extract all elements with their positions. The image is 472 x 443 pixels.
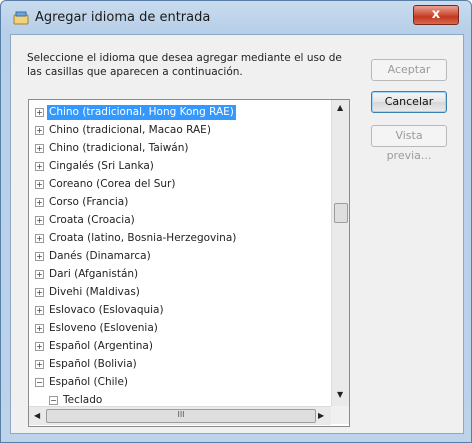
close-button[interactable]: x xyxy=(413,5,459,25)
expand-icon[interactable]: + xyxy=(35,126,44,135)
accept-button[interactable]: Aceptar xyxy=(371,59,447,81)
tree-item[interactable]: + Croata (Croacia) xyxy=(29,212,331,230)
language-tree[interactable]: + Chino (tradicional, Hong Kong RAE) + Chin… xyxy=(28,99,350,427)
tree-item-label: Croata (latino, Bosnia-Herzegovina) xyxy=(49,232,237,244)
expand-icon[interactable]: + xyxy=(35,252,44,261)
tree-item[interactable]: − Español (Chile) xyxy=(29,374,331,392)
tree-item-label: Danés (Dinamarca) xyxy=(49,250,151,262)
tree-item-label: Eslovaco (Eslovaquia) xyxy=(49,304,164,316)
expand-icon[interactable]: + xyxy=(35,342,44,351)
expand-icon[interactable]: + xyxy=(35,108,44,117)
tree-item-label: Teclado xyxy=(63,394,103,406)
keyboard-icon xyxy=(13,11,29,25)
tree-item[interactable]: + Chino (tradicional, Hong Kong RAE) xyxy=(29,104,331,122)
scroll-left-arrow-icon[interactable]: ◀ xyxy=(34,411,40,420)
dialog-client-area: Seleccione el idioma que desea agregar m… xyxy=(10,34,464,434)
expand-icon[interactable]: + xyxy=(35,180,44,189)
tree-item[interactable]: + Español (Bolivia) xyxy=(29,356,331,374)
expand-icon[interactable]: + xyxy=(35,360,44,369)
tree-item[interactable]: + Danés (Dinamarca) xyxy=(29,248,331,266)
tree-item[interactable]: + Croata (latino, Bosnia-Herzegovina) xyxy=(29,230,331,248)
scroll-down-arrow-icon[interactable]: ▼ xyxy=(337,390,343,399)
horizontal-scrollbar[interactable]: ◀ III ▶ xyxy=(29,406,331,425)
preview-button[interactable]: Vista previa... xyxy=(371,125,447,162)
cancel-button[interactable]: Cancelar xyxy=(371,91,447,113)
tree-item[interactable]: + Eslovaco (Eslovaquia) xyxy=(29,302,331,320)
tree-item[interactable]: + Español (Argentina) xyxy=(29,338,331,356)
tree-item[interactable]: + Chino (tradicional, Taiwán) xyxy=(29,140,331,158)
tree-item[interactable]: + Corso (Francia) xyxy=(29,194,331,212)
tree-item[interactable]: + Dari (Afganistán) xyxy=(29,266,331,284)
expand-icon[interactable]: + xyxy=(35,234,44,243)
expand-icon[interactable]: + xyxy=(35,288,44,297)
collapse-icon[interactable]: − xyxy=(49,396,58,405)
expand-icon[interactable]: + xyxy=(35,198,44,207)
tree-item-label: Divehi (Maldivas) xyxy=(49,286,140,298)
scrollbar-corner xyxy=(331,406,349,424)
tree-item-label: Dari (Afganistán) xyxy=(49,268,139,280)
tree-item-label: Croata (Croacia) xyxy=(49,214,135,226)
add-input-language-dialog: Agregar idioma de entrada x Seleccione e… xyxy=(0,0,472,443)
tree-item-label: Coreano (Corea del Sur) xyxy=(49,178,176,190)
tree-item-label: Español (Bolivia) xyxy=(49,358,137,370)
tree-item[interactable]: + Coreano (Corea del Sur) xyxy=(29,176,331,194)
language-tree-items: + Chino (tradicional, Hong Kong RAE) + Chin… xyxy=(29,100,331,406)
tree-item-label: Cingalés (Sri Lanka) xyxy=(49,160,154,172)
expand-icon[interactable]: + xyxy=(35,162,44,171)
vertical-scrollbar[interactable]: ▲ ▼ xyxy=(331,100,349,406)
collapse-icon[interactable]: − xyxy=(35,378,44,387)
tree-item[interactable]: + Divehi (Maldivas) xyxy=(29,284,331,302)
expand-icon[interactable]: + xyxy=(35,324,44,333)
tree-item[interactable]: + Esloveno (Eslovenia) xyxy=(29,320,331,338)
tree-item-label: Español (Chile) xyxy=(49,376,129,388)
tree-child-item[interactable]: − Teclado xyxy=(29,392,331,406)
tree-item-label: Chino (tradicional, Hong Kong RAE) xyxy=(47,105,236,120)
tree-item[interactable]: + Cingalés (Sri Lanka) xyxy=(29,158,331,176)
horizontal-scroll-thumb[interactable]: III xyxy=(46,409,316,423)
instructions-text: Seleccione el idioma que desea agregar m… xyxy=(27,52,342,78)
expand-icon[interactable]: + xyxy=(35,144,44,153)
tree-item-label: Corso (Francia) xyxy=(49,196,129,208)
tree-item-label: Chino (tradicional, Macao RAE) xyxy=(49,124,211,136)
dialog-title: Agregar idioma de entrada xyxy=(35,10,211,25)
expand-icon[interactable]: + xyxy=(35,270,44,279)
scroll-up-arrow-icon[interactable]: ▲ xyxy=(337,103,343,112)
scroll-right-arrow-icon[interactable]: ▶ xyxy=(318,411,324,420)
tree-item-label: Chino (tradicional, Taiwán) xyxy=(49,142,189,154)
tree-item[interactable]: + Chino (tradicional, Macao RAE) xyxy=(29,122,331,140)
expand-icon[interactable]: + xyxy=(35,306,44,315)
vertical-scroll-thumb[interactable] xyxy=(334,203,348,223)
title-bar[interactable]: Agregar idioma de entrada x xyxy=(1,1,471,35)
tree-item-label: Español (Argentina) xyxy=(49,340,153,352)
tree-item-label: Esloveno (Eslovenia) xyxy=(49,322,158,334)
expand-icon[interactable]: + xyxy=(35,216,44,225)
